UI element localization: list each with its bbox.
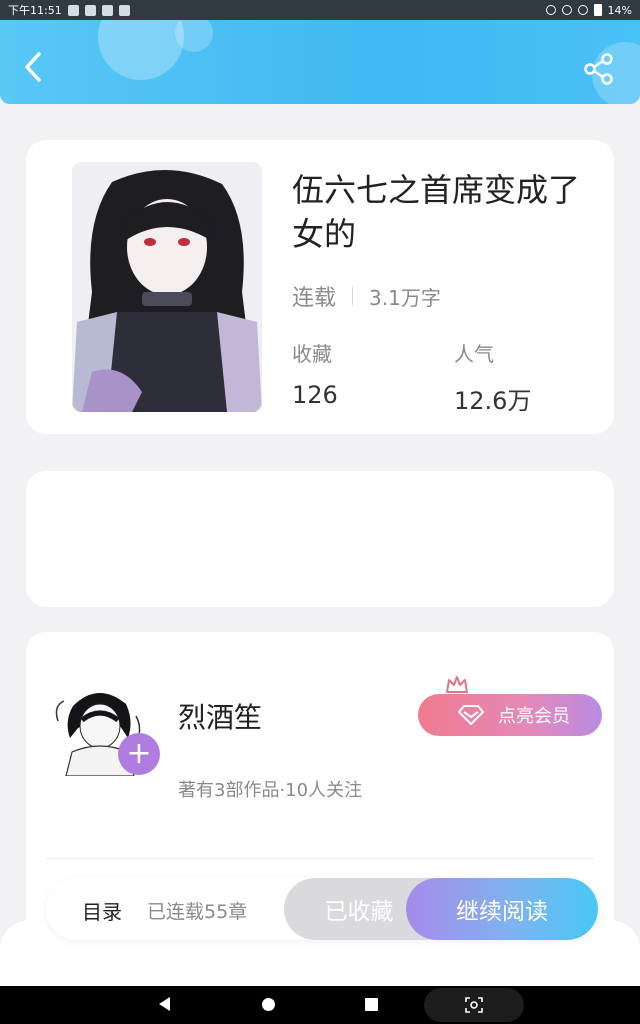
vip-button[interactable]: 点亮会员 [418, 694, 602, 736]
action-bar: 目录 已连载55章 已收藏 继续阅读 [46, 878, 598, 940]
wechat-icon-2 [101, 4, 113, 16]
author-name[interactable]: 烈酒笙 [178, 696, 262, 736]
cover-illustration [72, 162, 262, 412]
diamond-icon [458, 705, 484, 725]
status-right: 14% [545, 3, 632, 17]
vip-wrap: 点亮会员 [418, 676, 602, 736]
book-cover[interactable] [72, 162, 262, 412]
serial-status: 连载 [292, 286, 337, 311]
system-nav-bar [0, 986, 640, 1024]
popularity-value: 12.6万 [454, 387, 532, 415]
status-time: 下午11:51 [8, 4, 62, 17]
book-info-card: 伍六七之首席变成了女的 连载 3.1万字 收藏 126 人气 12.6万 [26, 140, 614, 434]
battery-level: 14% [607, 3, 632, 17]
book-meta: 连载 3.1万字 [292, 280, 441, 312]
chapter-count: 已连载55章 [147, 901, 248, 923]
status-bar: 下午11:51 14% [0, 0, 640, 20]
vip-button-label: 点亮会员 [498, 706, 570, 727]
favorites-value: 126 [292, 381, 338, 409]
share-icon [584, 53, 613, 85]
nav-home-icon[interactable] [262, 998, 275, 1011]
back-arrow-icon [25, 52, 41, 82]
popularity-label: 人气 [454, 342, 494, 366]
favorites-label: 收藏 [292, 342, 332, 366]
notification-icon [67, 4, 79, 16]
share-button[interactable] [582, 52, 616, 86]
popularity-stat: 人气 12.6万 [454, 338, 531, 416]
decor-bubble [98, 20, 184, 80]
status-left: 下午11:51 [8, 2, 130, 18]
decor-bubble [175, 20, 213, 52]
continue-reading-label: 继续阅读 [456, 899, 548, 925]
header [0, 20, 640, 104]
wechat-icon [84, 4, 96, 16]
vibrate-icon [561, 5, 572, 15]
alarm-icon [545, 5, 556, 15]
nav-back-icon[interactable] [159, 997, 170, 1011]
nav-recents-icon[interactable] [365, 998, 378, 1011]
author-info: 著有3部作品·10人关注 [178, 780, 363, 801]
battery-icon [593, 4, 602, 16]
description-card [26, 471, 614, 607]
card-divider [46, 858, 594, 859]
continue-reading-button[interactable]: 继续阅读 [406, 878, 598, 940]
screenshot-button[interactable] [424, 988, 524, 1022]
screenshot-icon [465, 997, 483, 1013]
word-count: 3.1万字 [369, 285, 441, 310]
favorites-stat: 收藏 126 [292, 338, 338, 409]
back-button[interactable] [18, 50, 48, 84]
plus-icon: + [126, 736, 152, 771]
toc-button[interactable]: 目录 [82, 896, 122, 925]
follow-button[interactable]: + [118, 733, 160, 775]
wifi-icon [577, 5, 588, 15]
collected-label: 已收藏 [324, 899, 394, 925]
wechat-icon-3 [118, 4, 130, 16]
crown-icon [446, 676, 468, 693]
meta-divider [352, 287, 354, 305]
book-title: 伍六七之首席变成了女的 [292, 171, 581, 253]
